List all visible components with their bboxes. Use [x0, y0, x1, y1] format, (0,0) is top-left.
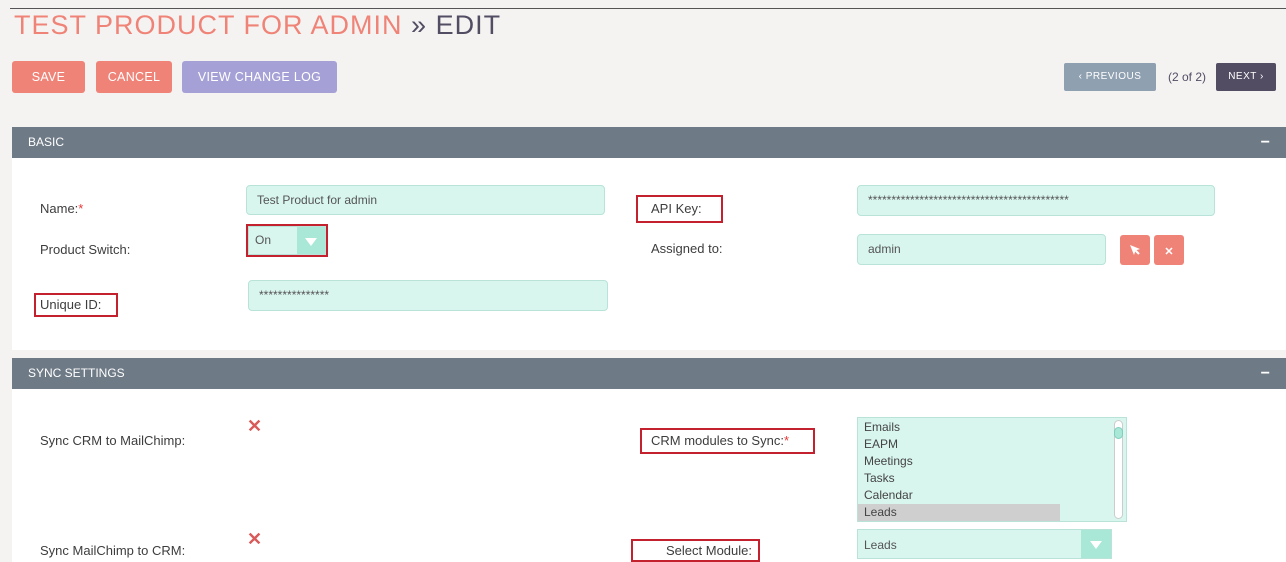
sync-panel-title: SYNC SETTINGS: [28, 366, 125, 380]
next-record-button[interactable]: NEXT ›: [1216, 63, 1276, 91]
sync-mailchimp-label: Sync MailChimp to CRM:: [40, 543, 186, 558]
save-button[interactable]: SAVE: [12, 61, 85, 93]
module-options: Emails EAPM Meetings Tasks Calendar Leads: [858, 418, 1126, 521]
module-option[interactable]: EAPM: [858, 436, 1060, 453]
api-key-input[interactable]: ****************************************…: [857, 185, 1215, 216]
chevron-down-icon: [297, 227, 325, 254]
product-switch-label: Product Switch:: [40, 242, 131, 257]
crm-modules-label-text: CRM modules to Sync:: [651, 433, 784, 448]
required-mark: *: [783, 433, 789, 448]
clear-user-button[interactable]: ✕: [1154, 235, 1184, 265]
sync-crm-checkbox[interactable]: ✕: [247, 416, 262, 437]
page-title-product: TEST PRODUCT FOR ADMIN: [14, 10, 403, 40]
name-input[interactable]: Test Product for admin: [246, 185, 605, 215]
sync-mailchimp-checkbox[interactable]: ✕: [247, 529, 262, 550]
cursor-arrow-icon: [1130, 245, 1140, 255]
assigned-to-input[interactable]: admin: [857, 234, 1106, 265]
select-user-button[interactable]: [1120, 235, 1150, 265]
page-title-separator: »: [411, 10, 428, 40]
listbox-scrollbar[interactable]: [1114, 420, 1123, 519]
product-switch-value: On: [255, 233, 272, 247]
module-option[interactable]: Leads: [858, 504, 1060, 521]
view-change-log-button[interactable]: VIEW CHANGE LOG: [182, 61, 337, 93]
chevron-down-icon: [1081, 530, 1111, 558]
basic-collapse-icon[interactable]: −: [1261, 127, 1270, 158]
select-module-value: Leads: [864, 538, 897, 552]
select-module-label: Select Module:: [666, 543, 752, 558]
product-switch-select[interactable]: On: [248, 226, 326, 255]
sync-collapse-icon[interactable]: −: [1261, 358, 1270, 389]
close-icon: ✕: [1164, 246, 1174, 258]
module-option[interactable]: Tasks: [858, 470, 1060, 487]
sync-panel-header[interactable]: SYNC SETTINGS −: [12, 358, 1286, 389]
module-option[interactable]: Meetings: [858, 453, 1060, 470]
select-module-dropdown[interactable]: Leads: [857, 529, 1112, 559]
crm-modules-label: CRM modules to Sync:*: [651, 433, 789, 448]
required-mark: *: [78, 201, 84, 216]
unique-id-label: Unique ID:: [40, 297, 102, 312]
basic-panel-header[interactable]: BASIC −: [12, 127, 1286, 158]
sync-crm-label: Sync CRM to MailChimp:: [40, 433, 186, 448]
page-title-mode: EDIT: [435, 10, 502, 40]
scrollbar-thumb[interactable]: [1114, 427, 1123, 439]
cancel-button[interactable]: CANCEL: [96, 61, 172, 93]
page-title: TEST PRODUCT FOR ADMIN » EDIT: [14, 10, 501, 41]
module-option[interactable]: Calendar: [858, 487, 1060, 504]
assigned-to-label: Assigned to:: [651, 241, 723, 256]
top-divider: [10, 8, 1286, 9]
api-key-label: API Key:: [651, 201, 702, 216]
name-label-text: Name:: [40, 201, 79, 216]
crm-modules-listbox[interactable]: Emails EAPM Meetings Tasks Calendar Leads: [857, 417, 1127, 522]
module-option[interactable]: Emails: [858, 419, 1060, 436]
record-count: (2 of 2): [1167, 70, 1206, 84]
previous-record-button[interactable]: ‹ PREVIOUS: [1064, 63, 1156, 91]
unique-id-input[interactable]: ***************: [248, 280, 608, 311]
basic-panel-title: BASIC: [28, 135, 65, 149]
name-label: Name:*: [40, 201, 83, 216]
